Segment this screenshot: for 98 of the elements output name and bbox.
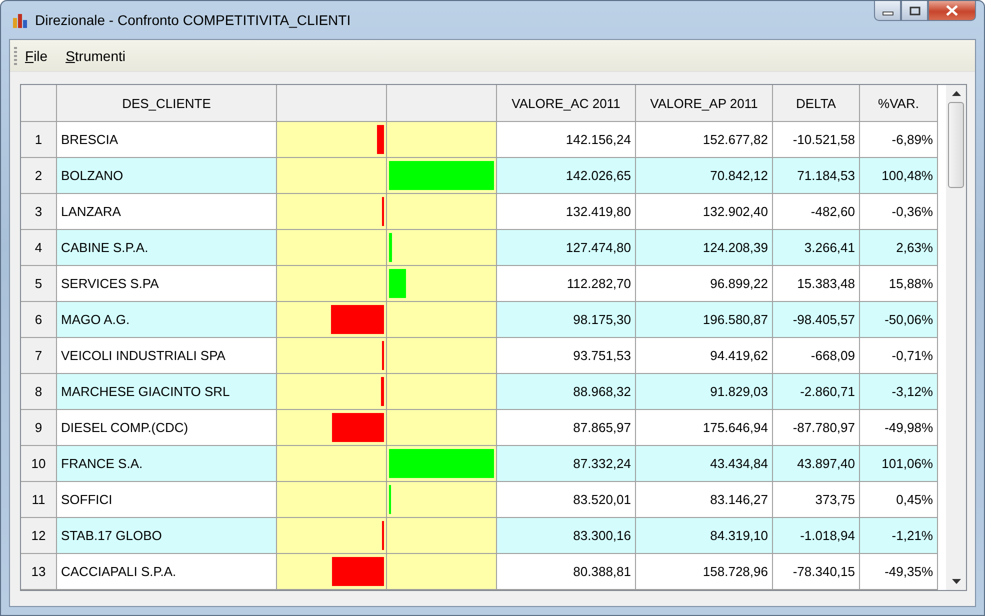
table-cell: -3,12% [860, 374, 938, 410]
table-cell: 152.677,82 [636, 122, 773, 158]
table-cell: -49,98% [860, 410, 938, 446]
table-cell: 3.266,41 [773, 230, 860, 266]
row-number: 12 [21, 518, 57, 554]
table-cell: 83.146,27 [636, 482, 773, 518]
row-number: 10 [21, 446, 57, 482]
table-cell: -0,71% [860, 338, 938, 374]
close-icon [945, 5, 959, 16]
row-number: 11 [21, 482, 57, 518]
table-cell: 43.897,40 [773, 446, 860, 482]
table-cell: 88.968,32 [497, 374, 636, 410]
column-header[interactable]: VALORE_AC 2011 [497, 85, 636, 122]
table-cell: 83.300,16 [497, 518, 636, 554]
maximize-button[interactable] [901, 1, 928, 21]
table-cell: 15,88% [860, 266, 938, 302]
table-cell: 100,48% [860, 158, 938, 194]
window-title: Direzionale - Confronto COMPETITIVITA_CLIENTI [35, 12, 351, 28]
table-cell: 96.899,22 [636, 266, 773, 302]
table-cell: SERVICES S.PA [57, 266, 277, 302]
menu-item[interactable]: Strumenti [66, 48, 126, 64]
table-cell: 87.332,24 [497, 446, 636, 482]
table-cell: MARCHESE GIACINTO SRL [57, 374, 277, 410]
table-cell: STAB.17 GLOBO [57, 518, 277, 554]
table-cell: -1,21% [860, 518, 938, 554]
table-cell: 71.184,53 [773, 158, 860, 194]
table-cell: 373,75 [773, 482, 860, 518]
table-cell: VEICOLI INDUSTRIALI SPA [57, 338, 277, 374]
row-number: 3 [21, 194, 57, 230]
table-cell: 124.208,39 [636, 230, 773, 266]
row-number: 13 [21, 554, 57, 590]
row-number: 9 [21, 410, 57, 446]
table-cell: -78.340,15 [773, 554, 860, 590]
minimize-button[interactable] [874, 1, 901, 21]
scroll-up-icon[interactable] [952, 91, 960, 96]
table-cell: 142.026,65 [497, 158, 636, 194]
table-cell: 101,06% [860, 446, 938, 482]
bar-chart-icon [11, 11, 29, 29]
table-cell: 142.156,24 [497, 122, 636, 158]
table-cell: -6,89% [860, 122, 938, 158]
column-header[interactable]: VALORE_AP 2011 [636, 85, 773, 122]
table-cell: DIESEL COMP.(CDC) [57, 410, 277, 446]
table-cell: 0,45% [860, 482, 938, 518]
row-number: 4 [21, 230, 57, 266]
table-cell: 132.902,40 [636, 194, 773, 230]
maximize-icon [908, 6, 920, 16]
table-cell: -482,60 [773, 194, 860, 230]
row-number: 1 [21, 122, 57, 158]
table-cell: -1.018,94 [773, 518, 860, 554]
table-cell: 93.751,53 [497, 338, 636, 374]
scrollbar[interactable] [946, 85, 966, 590]
table-cell: 43.434,84 [636, 446, 773, 482]
column-header[interactable]: %VAR. [860, 85, 938, 122]
table-cell: 84.319,10 [636, 518, 773, 554]
table-cell: 2,63% [860, 230, 938, 266]
table-cell: BOLZANO [57, 158, 277, 194]
table-cell: 127.474,80 [497, 230, 636, 266]
table-cell: 80.388,81 [497, 554, 636, 590]
table-cell: FRANCE S.A. [57, 446, 277, 482]
table-cell: 70.842,12 [636, 158, 773, 194]
table-cell: 132.419,80 [497, 194, 636, 230]
scroll-down-icon[interactable] [952, 579, 960, 584]
row-number: 8 [21, 374, 57, 410]
table-cell: -98.405,57 [773, 302, 860, 338]
row-number: 2 [21, 158, 57, 194]
row-number: 7 [21, 338, 57, 374]
table-cell: 94.419,62 [636, 338, 773, 374]
table-cell: CABINE S.P.A. [57, 230, 277, 266]
table-cell: -87.780,97 [773, 410, 860, 446]
table-cell: LANZARA [57, 194, 277, 230]
table-cell: -2.860,71 [773, 374, 860, 410]
table-cell: 15.383,48 [773, 266, 860, 302]
menu-item[interactable]: File [25, 48, 48, 64]
table-cell: SOFFICI [57, 482, 277, 518]
table-cell: CACCIAPALI S.P.A. [57, 554, 277, 590]
row-number: 6 [21, 302, 57, 338]
table-cell: 87.865,97 [497, 410, 636, 446]
table-cell: 98.175,30 [497, 302, 636, 338]
table-cell: -0,36% [860, 194, 938, 230]
header-cell [21, 85, 57, 122]
table-cell: 91.829,03 [636, 374, 773, 410]
grip-icon [14, 46, 17, 64]
scroll-thumb[interactable] [948, 102, 964, 188]
table-cell: MAGO A.G. [57, 302, 277, 338]
column-header[interactable]: DES_CLIENTE [57, 85, 277, 122]
table-cell: 83.520,01 [497, 482, 636, 518]
close-button[interactable] [928, 1, 976, 21]
table-cell: 175.646,94 [636, 410, 773, 446]
table-cell: 112.282,70 [497, 266, 636, 302]
table-cell: -10.521,58 [773, 122, 860, 158]
table-cell: 158.728,96 [636, 554, 773, 590]
table-cell: 196.580,87 [636, 302, 773, 338]
table-cell: -49,35% [860, 554, 938, 590]
table-cell: -668,09 [773, 338, 860, 374]
row-number: 5 [21, 266, 57, 302]
column-header[interactable]: DELTA [773, 85, 860, 122]
table-cell: -50,06% [860, 302, 938, 338]
table-cell: BRESCIA [57, 122, 277, 158]
